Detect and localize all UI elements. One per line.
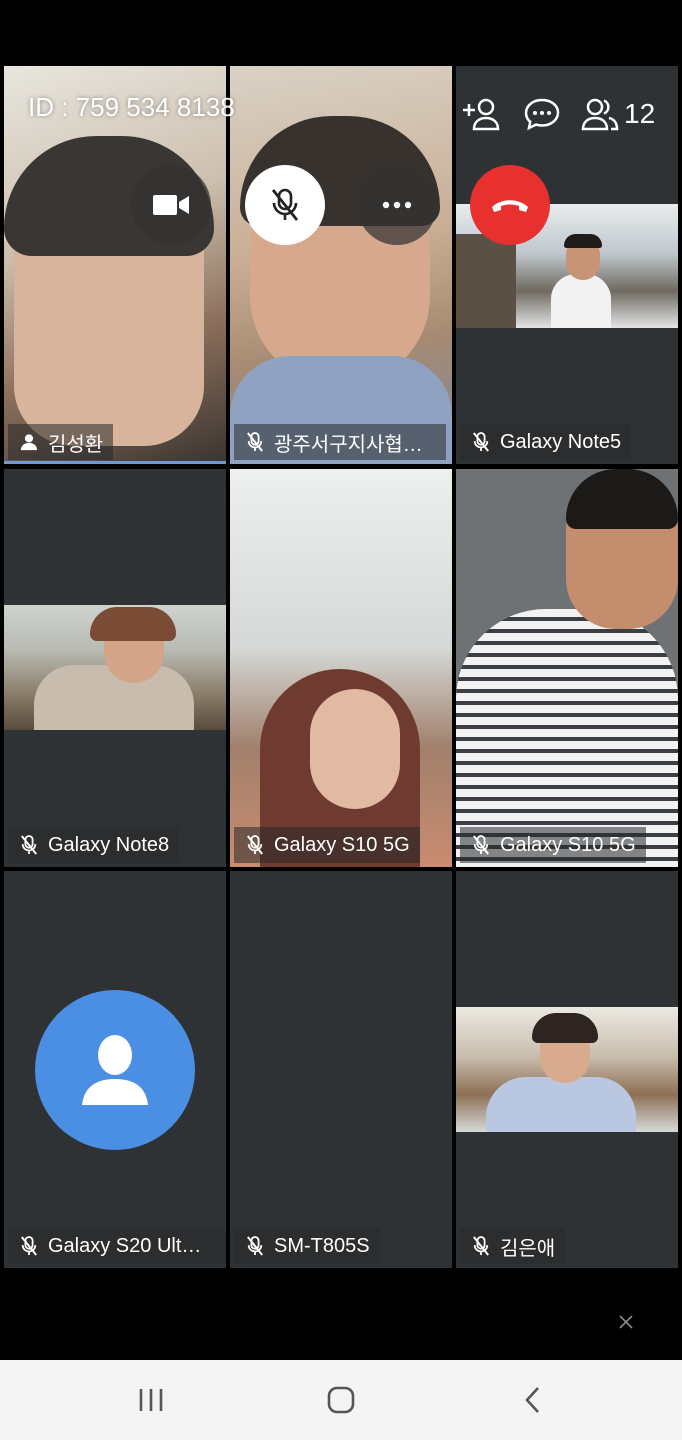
participant-name: 김은애 xyxy=(500,1237,556,1260)
mic-off-icon xyxy=(473,432,489,452)
participant-name: SM-T805S xyxy=(274,1234,370,1257)
system-navigation-bar xyxy=(0,1360,682,1440)
participant-label: SM-T805S xyxy=(234,1228,380,1264)
participant-label: Galaxy S10 5G xyxy=(234,827,420,863)
video-tile-5[interactable]: Galaxy S10 5G xyxy=(230,469,452,867)
participant-video xyxy=(456,469,678,867)
person-icon xyxy=(20,434,38,451)
back-button[interactable] xyxy=(503,1378,563,1422)
participant-label: Galaxy Note8 xyxy=(8,827,180,863)
participant-count: 12 xyxy=(624,98,656,129)
people-icon xyxy=(581,98,619,131)
mic-off-icon xyxy=(247,432,263,452)
participant-video xyxy=(4,66,226,464)
close-button[interactable] xyxy=(612,1308,640,1336)
add-person-icon xyxy=(463,98,500,131)
add-participant-button[interactable] xyxy=(458,94,502,134)
video-tile-2[interactable]: 광주서구지사협… xyxy=(230,66,452,464)
mic-off-icon xyxy=(247,835,263,855)
mic-off-icon xyxy=(247,1236,263,1256)
participant-name: Galaxy Note8 xyxy=(48,833,170,856)
chat-button[interactable] xyxy=(520,94,564,134)
participant-label: Galaxy Note5 xyxy=(460,424,632,460)
participant-name: Galaxy S10 5G xyxy=(500,833,636,856)
participants-button[interactable]: 12 xyxy=(580,94,660,134)
avatar xyxy=(35,990,195,1150)
video-tile-7[interactable]: Galaxy S20 Ult… xyxy=(4,871,226,1268)
participant-name: Galaxy S20 Ult… xyxy=(48,1234,202,1257)
chat-bubble-icon xyxy=(524,98,560,131)
participant-label: Galaxy S20 Ult… xyxy=(8,1228,226,1264)
video-tile-4[interactable]: Galaxy Note8 xyxy=(4,469,226,867)
mic-off-icon xyxy=(21,835,37,855)
more-options-button[interactable] xyxy=(357,165,437,245)
video-tile-6[interactable]: Galaxy S10 5G xyxy=(456,469,678,867)
participant-name: 김성환 xyxy=(48,433,104,456)
end-call-button[interactable] xyxy=(470,165,550,245)
more-horizontal-icon xyxy=(382,201,412,209)
phone-hangup-icon xyxy=(492,200,528,212)
recents-icon xyxy=(139,1389,163,1411)
participant-video xyxy=(456,1007,678,1132)
person-icon xyxy=(82,1035,148,1105)
mic-off-icon xyxy=(473,835,489,855)
video-camera-icon xyxy=(153,195,189,215)
video-tile-8[interactable]: SM-T805S xyxy=(230,871,452,1268)
mic-off-icon xyxy=(271,188,299,221)
video-tile-9[interactable]: 김은애 xyxy=(456,871,678,1268)
camera-toggle-button[interactable] xyxy=(131,165,211,245)
participant-video xyxy=(230,66,452,464)
back-icon xyxy=(525,1387,539,1413)
recents-button[interactable] xyxy=(121,1378,181,1422)
meeting-id: ID : 759 534 8138 xyxy=(28,92,235,122)
participant-name: Galaxy S10 5G xyxy=(274,833,410,856)
video-tile-1[interactable]: 김성환 xyxy=(4,66,226,464)
participant-label: 김은애 xyxy=(460,1228,566,1264)
participant-name: 광주서구지사협… xyxy=(274,433,423,456)
mic-off-icon xyxy=(473,1236,489,1256)
participant-label: 김성환 xyxy=(8,424,114,460)
participant-video xyxy=(4,605,226,730)
participant-label: Galaxy S10 5G xyxy=(460,827,646,863)
mic-off-icon xyxy=(21,1236,37,1256)
home-button[interactable] xyxy=(311,1378,371,1422)
active-speaker-indicator xyxy=(4,461,226,464)
participant-label: 광주서구지사협… xyxy=(234,424,446,460)
close-icon xyxy=(619,1315,633,1329)
mute-toggle-button[interactable] xyxy=(245,165,325,245)
participant-video xyxy=(230,469,452,867)
home-icon xyxy=(327,1386,355,1414)
participant-name: Galaxy Note5 xyxy=(500,430,622,453)
